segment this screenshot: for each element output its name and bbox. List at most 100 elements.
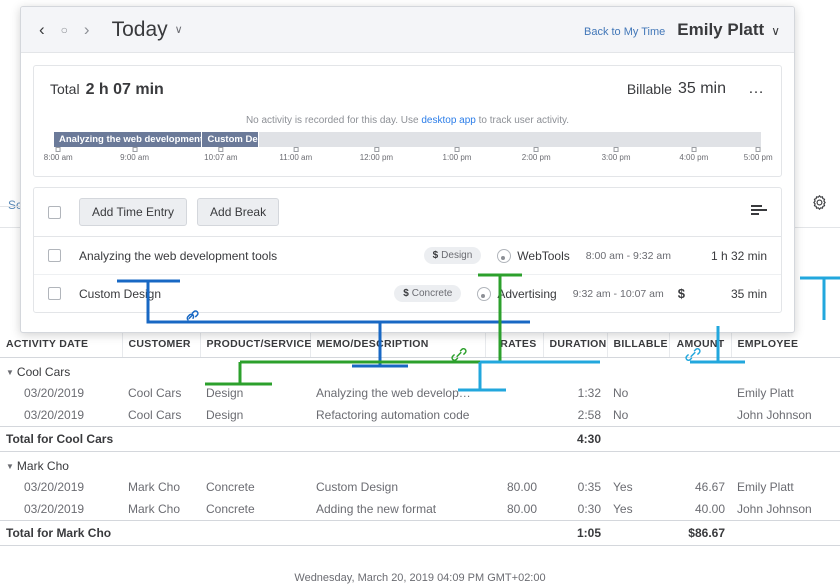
column-header-duration[interactable]: DURATION bbox=[542, 332, 607, 358]
cell-duration: 0:30 bbox=[577, 502, 601, 516]
previous-day-icon[interactable]: ‹ bbox=[39, 21, 45, 38]
add-time-entry-button[interactable]: Add Time Entry bbox=[79, 198, 188, 226]
timeline-tick-4: 12:00 pm bbox=[360, 147, 393, 162]
user-name[interactable]: Emily Platt bbox=[677, 20, 764, 40]
column-header-employee[interactable]: EMPLOYEE bbox=[730, 332, 840, 358]
group-total-billable bbox=[607, 426, 669, 452]
cell-rate: 80.00 bbox=[506, 502, 537, 516]
gear-icon[interactable] bbox=[811, 194, 828, 214]
cell-duration: 1:32 bbox=[577, 386, 601, 400]
next-day-icon[interactable]: › bbox=[84, 21, 90, 38]
entry-service-pill[interactable]: $ Concrete bbox=[394, 285, 462, 302]
no-activity-note: No activity is recorded for this day. Us… bbox=[50, 115, 765, 126]
timeline-tick-3: 11:00 am bbox=[279, 147, 312, 162]
timeline-segment-0[interactable]: Analyzing the web development bbox=[54, 132, 203, 147]
timeline-tick-marker bbox=[613, 147, 619, 152]
column-header-activity-date[interactable]: ACTIVITY DATE bbox=[0, 332, 122, 358]
report-footer-timestamp: Wednesday, March 20, 2019 04:09 PM GMT+0… bbox=[294, 572, 546, 584]
cell-product: Design bbox=[206, 408, 244, 422]
entry-customer-name: Advertising bbox=[497, 286, 557, 301]
timeline-tick-marker bbox=[533, 147, 539, 152]
timeline-tick-marker bbox=[132, 147, 138, 152]
timeline-tick-9: 5:00 pm bbox=[744, 147, 773, 162]
table-row[interactable]: 03/20/2019 Cool Cars Design Analyzing th… bbox=[0, 382, 840, 404]
timeline-tick-marker bbox=[55, 147, 61, 152]
cell-date: 03/20/2019 bbox=[24, 502, 85, 516]
group-total-row: Total for Cool Cars 4:30 bbox=[0, 426, 840, 452]
column-header-customer[interactable]: CUSTOMER bbox=[121, 332, 200, 358]
table-row[interactable]: 03/20/2019 Mark Cho Concrete Custom Desi… bbox=[0, 476, 840, 498]
link-icon bbox=[684, 345, 702, 363]
back-to-my-time-link[interactable]: Back to My Time bbox=[584, 26, 665, 38]
cell-date: 03/20/2019 bbox=[24, 480, 85, 494]
collapse-caret-icon[interactable]: ▼ bbox=[6, 368, 14, 377]
user-chevron-down-icon[interactable]: ∨ bbox=[771, 24, 780, 38]
timeline-tick-1: 9:00 am bbox=[120, 147, 149, 162]
cell-rate: 80.00 bbox=[506, 480, 537, 494]
entry-duration: 1 h 32 min bbox=[710, 248, 767, 263]
cell-amount: 46.67 bbox=[694, 480, 725, 494]
timeline-tick-label: 3:00 pm bbox=[601, 153, 631, 162]
group-total-duration: 1:05 bbox=[543, 520, 607, 546]
select-all-checkbox[interactable] bbox=[48, 205, 61, 219]
timeline-tick-label: 2:00 pm bbox=[521, 153, 551, 162]
list-item[interactable]: Analyzing the web development tools $ Des… bbox=[34, 237, 781, 275]
group-header-row[interactable]: ▼ Mark Cho bbox=[0, 452, 840, 477]
timeline-tick-0: 8:00 am bbox=[44, 147, 73, 162]
group-total-amount: $86.67 bbox=[669, 520, 731, 546]
timeline-tick-marker bbox=[691, 147, 697, 152]
entry-billable-marker: $ bbox=[677, 286, 685, 301]
report-table-region: ACTIVITY DATE CUSTOMER PRODUCT/SERVICE M… bbox=[0, 332, 840, 584]
cell-customer: Mark Cho bbox=[128, 502, 181, 516]
timeline-tick-marker bbox=[218, 147, 224, 152]
link-icon bbox=[450, 345, 468, 363]
cell-customer: Mark Cho bbox=[128, 480, 181, 494]
entry-customer[interactable]: Advertising bbox=[477, 286, 557, 301]
timeline-tick-marker bbox=[373, 147, 379, 152]
timeline-tick-label: 12:00 pm bbox=[359, 153, 394, 162]
entry-duration: 35 min bbox=[730, 286, 767, 301]
list-settings-icon[interactable] bbox=[751, 204, 767, 220]
link-icon bbox=[182, 307, 200, 325]
timeline-tick-label: 9:00 am bbox=[120, 153, 150, 162]
timeline-tick-label: 1:00 pm bbox=[442, 153, 472, 162]
group-total-label: Total for Cool Cars bbox=[0, 426, 543, 452]
timeline-tick-label: 4:00 pm bbox=[679, 153, 709, 162]
collapse-caret-icon[interactable]: ▼ bbox=[6, 462, 14, 471]
title-chevron-down-icon[interactable]: ∨ bbox=[175, 23, 183, 36]
time-entry-modal: ‹ ○ › Today ∨ Back to My Time Emily Plat… bbox=[20, 6, 795, 333]
entries-card: Add Time Entry Add Break Analyzing the w… bbox=[33, 187, 782, 313]
page-title: Today bbox=[111, 17, 168, 41]
timeline-segment-1[interactable]: Custom De bbox=[202, 132, 260, 147]
cell-billable: Yes bbox=[613, 480, 633, 494]
entry-checkbox[interactable] bbox=[48, 249, 61, 262]
entry-service-name: Design bbox=[441, 250, 473, 261]
list-item[interactable]: Custom Design $ Concrete Advertising 9:32… bbox=[34, 275, 781, 312]
more-options-icon[interactable]: … bbox=[748, 80, 765, 98]
today-dot-icon[interactable]: ○ bbox=[61, 24, 68, 36]
cell-employee: John Johnson bbox=[737, 408, 812, 422]
entry-checkbox[interactable] bbox=[48, 287, 61, 300]
cell-amount bbox=[669, 382, 731, 404]
add-break-button[interactable]: Add Break bbox=[197, 198, 280, 226]
timeline-tick-marker bbox=[755, 147, 761, 152]
table-row[interactable]: 03/20/2019 Mark Cho Concrete Adding the … bbox=[0, 498, 840, 521]
cell-customer: Cool Cars bbox=[128, 408, 182, 422]
no-activity-text-before: No activity is recorded for this day. Us… bbox=[245, 115, 422, 126]
column-header-product-service[interactable]: PRODUCT/SERVICE bbox=[199, 332, 311, 358]
group-total-duration: 4:30 bbox=[543, 426, 607, 452]
column-header-billable[interactable]: BILLABLE bbox=[606, 332, 669, 358]
modal-header: ‹ ○ › Today ∨ Back to My Time Emily Plat… bbox=[21, 7, 794, 53]
activity-timeline[interactable]: Analyzing the web development Custom De 8… bbox=[44, 132, 773, 166]
entry-service-pill[interactable]: $ Design bbox=[423, 247, 482, 264]
group-header-row[interactable]: ▼ Cool Cars bbox=[0, 358, 840, 383]
cell-billable: No bbox=[613, 386, 629, 400]
table-row[interactable]: 03/20/2019 Cool Cars Design Refactoring … bbox=[0, 404, 840, 427]
desktop-app-link[interactable]: desktop app bbox=[421, 115, 476, 126]
cell-billable: No bbox=[613, 408, 629, 422]
report-header-row: ACTIVITY DATE CUSTOMER PRODUCT/SERVICE M… bbox=[0, 332, 840, 358]
timeline-tick-marker bbox=[293, 147, 299, 152]
cell-duration: 0:35 bbox=[577, 480, 601, 494]
column-header-rates[interactable]: RATES bbox=[484, 332, 543, 358]
entry-customer[interactable]: WebTools bbox=[497, 248, 570, 263]
